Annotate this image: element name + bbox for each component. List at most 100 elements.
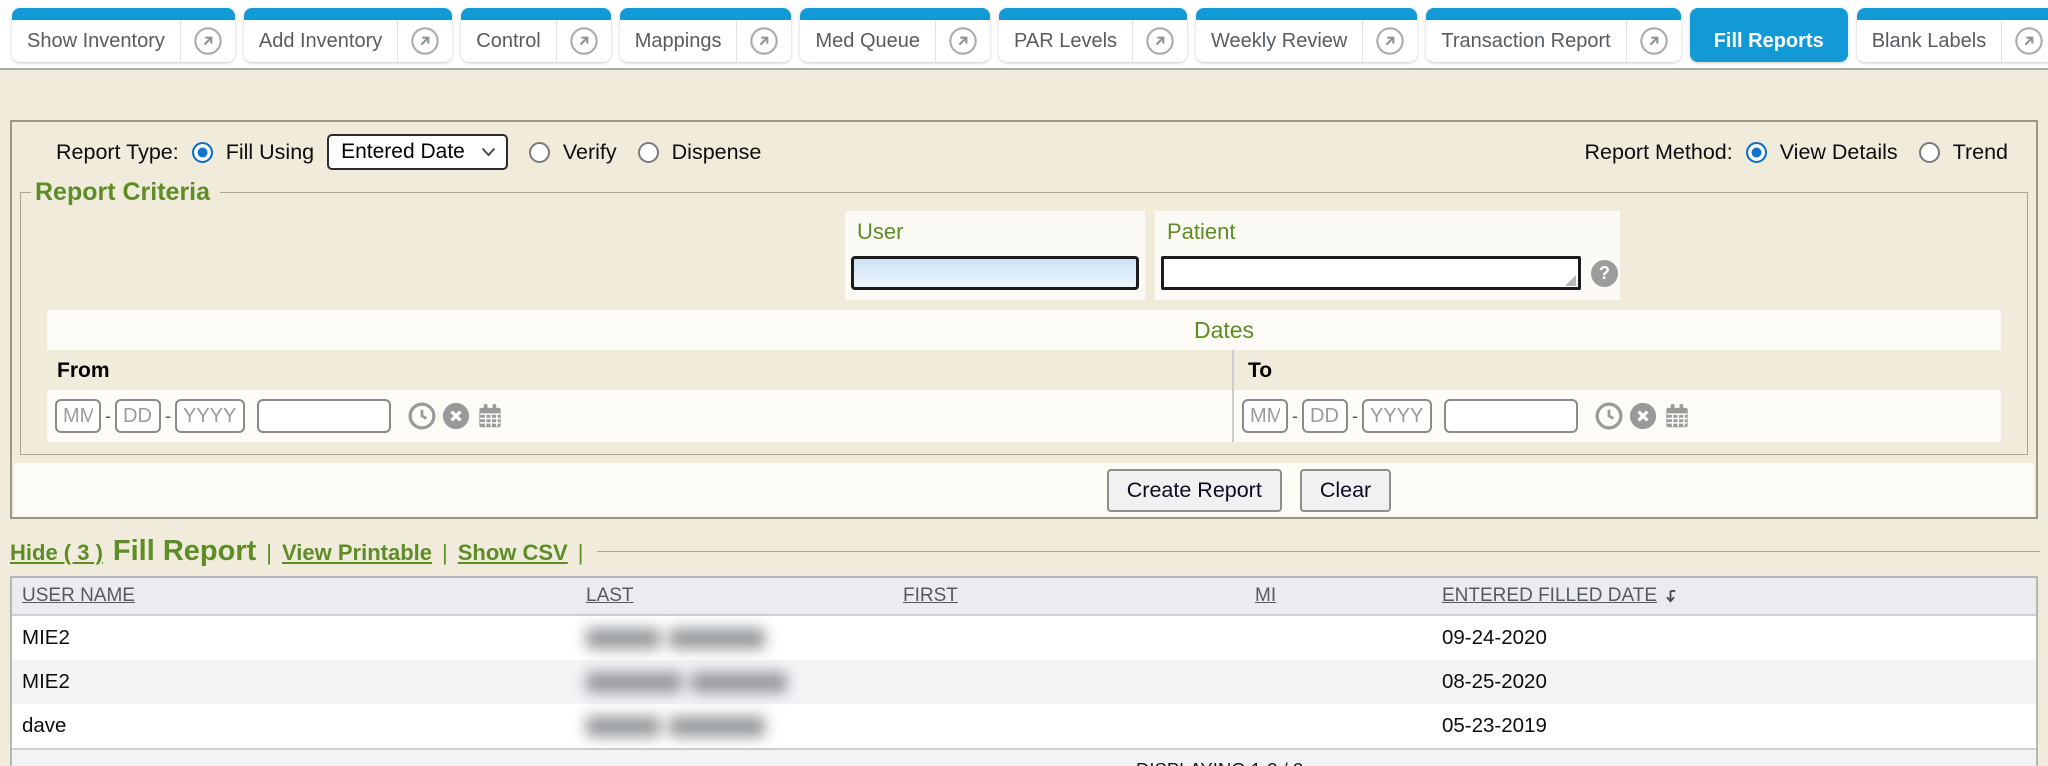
tab-label[interactable]: Transaction Report [1426,30,1625,53]
column-header-entered-filled-date[interactable]: ENTERED FILLED DATE [1432,585,2036,607]
external-link-icon[interactable] [180,20,235,62]
to-label: To [1234,350,2001,390]
tab-mappings[interactable]: Mappings [620,8,792,62]
clock-icon[interactable] [1594,401,1624,431]
tab-label[interactable]: Add Inventory [244,30,397,53]
verify-label: Verify [563,140,617,165]
tab-transaction-report[interactable]: Transaction Report [1426,8,1680,62]
dates-label: Dates [1194,317,1254,344]
show-csv-link[interactable]: Show CSV [458,540,568,566]
tab-accent-bar [800,8,990,20]
clock-icon[interactable] [407,401,437,431]
cell-entered-filled-date: 05-23-2019 [1432,714,2036,738]
tab-accent-bar [461,8,610,20]
table-row[interactable]: MIE2 09-24-2020 [12,616,2036,660]
from-month-input[interactable] [55,399,101,433]
tab-label[interactable]: Show Inventory [12,30,180,53]
dates-header: Dates [47,310,2001,350]
patient-input[interactable] [1161,256,1581,290]
tab-label[interactable]: Fill Reports [1690,30,1848,53]
to-year-input[interactable] [1362,399,1432,433]
tab-accent-bar [999,8,1187,20]
help-icon[interactable]: ? [1591,260,1618,287]
tab-accent-bar [12,8,235,20]
external-link-icon[interactable] [397,20,452,62]
tab-fill-reports-active[interactable]: Fill Reports [1690,8,1848,62]
table-row[interactable]: MIE2 08-25-2020 [12,660,2036,704]
user-input[interactable] [851,256,1139,290]
external-link-icon[interactable] [2001,20,2048,62]
view-details-label: View Details [1780,140,1898,165]
calendar-icon[interactable] [475,401,505,431]
tab-accent-bar [244,8,452,20]
external-link-icon[interactable] [1362,20,1417,62]
clear-date-icon[interactable] [441,401,471,431]
tab-label[interactable]: Mappings [620,30,737,53]
cell-last-redacted [576,672,893,693]
external-link-icon[interactable] [556,20,611,62]
patient-label: Patient [1155,211,1620,249]
tab-label[interactable]: PAR Levels [999,30,1132,53]
column-header-last[interactable]: LAST [576,585,893,607]
tab-add-inventory[interactable]: Add Inventory [244,8,452,62]
radio-dispense[interactable] [638,142,659,163]
cell-user-name: MIE2 [12,626,576,650]
tab-med-queue[interactable]: Med Queue [800,8,990,62]
clear-button[interactable]: Clear [1300,469,1391,512]
cell-last-redacted [576,716,893,737]
to-month-input[interactable] [1242,399,1288,433]
from-time-input[interactable] [257,399,391,433]
radio-verify[interactable] [529,142,550,163]
report-criteria-fieldset: Report Criteria User Patient ? [20,178,2028,455]
view-printable-link[interactable]: View Printable [282,540,432,566]
external-link-icon[interactable] [736,20,791,62]
tab-label[interactable]: Control [461,30,555,53]
redacted-text [586,716,893,737]
tab-accent-bar [1857,8,2048,20]
dispense-label: Dispense [672,140,762,165]
tab-weekly-review[interactable]: Weekly Review [1196,8,1417,62]
radio-fill-using[interactable] [192,142,213,163]
to-time-input[interactable] [1444,399,1578,433]
hide-link[interactable]: Hide ( 3 ) [10,540,103,566]
tab-show-inventory[interactable]: Show Inventory [12,8,235,62]
radio-view-details[interactable] [1746,142,1767,163]
external-link-icon[interactable] [1626,20,1681,62]
report-method-group: Report Method: View Details Trend [1585,140,2008,165]
external-link-icon[interactable] [935,20,990,62]
tab-par-levels[interactable]: PAR Levels [999,8,1187,62]
from-year-input[interactable] [175,399,245,433]
external-link-icon[interactable] [1132,20,1187,62]
sort-descending-icon [1661,587,1680,606]
tab-label[interactable]: Blank Labels [1857,30,2002,53]
separator: | [266,540,272,566]
tab-label[interactable]: Weekly Review [1196,30,1362,53]
report-criteria-legend: Report Criteria [31,178,220,207]
fill-reports-page: Show Inventory Add Inventory Control [0,0,2048,766]
date-separator: - [165,406,171,427]
from-day-input[interactable] [115,399,161,433]
to-day-input[interactable] [1302,399,1348,433]
column-header-mi[interactable]: MI [1245,585,1432,607]
column-header-user-name[interactable]: USER NAME [12,585,576,607]
dates-grid: From - - [47,350,2001,442]
displaying-count: DISPLAYING 1-3 / 3 [1136,759,1303,766]
table-row[interactable]: dave 05-23-2019 [12,704,2036,748]
clear-date-icon[interactable] [1628,401,1658,431]
cell-entered-filled-date: 09-24-2020 [1432,626,2036,650]
date-from-column: From - - [47,350,1232,442]
radio-trend[interactable] [1919,142,1940,163]
calendar-icon[interactable] [1662,401,1692,431]
cell-entered-filled-date: 08-25-2020 [1432,670,2036,694]
trend-label: Trend [1953,140,2008,165]
column-header-first[interactable]: FIRST [893,585,1245,607]
tab-control[interactable]: Control [461,8,610,62]
tab-label[interactable]: Med Queue [800,30,935,53]
create-report-button[interactable]: Create Report [1107,469,1282,512]
table-header-row: USER NAME LAST FIRST MI ENTERED FILLED D… [12,578,2036,616]
cell-user-name: MIE2 [12,670,576,694]
user-label: User [845,211,1145,249]
fill-using-date-select[interactable]: Entered Date [327,134,508,170]
tab-blank-labels[interactable]: Blank Labels [1857,8,2048,62]
separator: | [578,540,584,566]
